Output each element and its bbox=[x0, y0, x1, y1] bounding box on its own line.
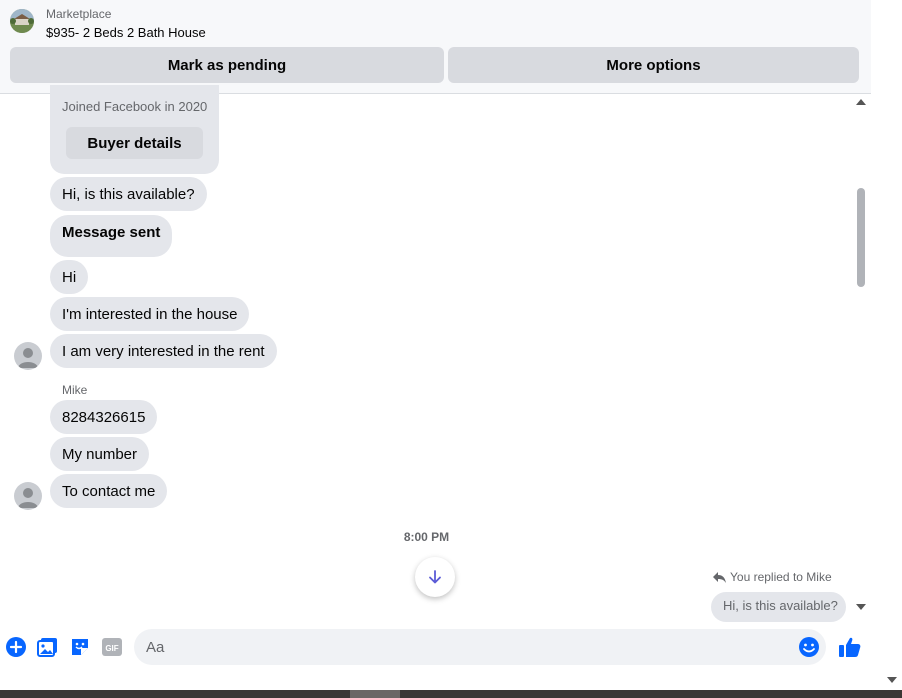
listing-title[interactable]: $935- 2 Beds 2 Bath House bbox=[46, 25, 206, 40]
arrow-down-icon bbox=[429, 570, 441, 584]
more-options-button[interactable]: More options bbox=[448, 47, 859, 83]
chat-scrollbar-thumb[interactable] bbox=[857, 188, 865, 287]
listing-thumbnail[interactable] bbox=[10, 9, 34, 33]
buyer-info-card: Joined Facebook in 2020 Buyer details bbox=[50, 85, 219, 174]
message-input[interactable] bbox=[146, 629, 786, 665]
emoji-icon[interactable] bbox=[798, 636, 820, 658]
user-avatar-icon[interactable] bbox=[14, 342, 42, 370]
sticker-icon[interactable] bbox=[69, 636, 91, 658]
message-bubble[interactable]: My number bbox=[50, 437, 150, 471]
joined-facebook-text: Joined Facebook in 2020 bbox=[62, 99, 208, 114]
window-gutter bbox=[871, 0, 902, 690]
message-bubble[interactable]: Message sent bbox=[50, 215, 173, 257]
scroll-down-arrow[interactable] bbox=[856, 604, 866, 610]
page-scroll-down-arrow[interactable] bbox=[887, 677, 897, 683]
user-avatar-icon[interactable] bbox=[14, 482, 42, 510]
message-bubble[interactable]: 8284326615 bbox=[50, 400, 158, 434]
mark-as-pending-button[interactable]: Mark as pending bbox=[10, 47, 444, 83]
reply-icon bbox=[713, 571, 726, 583]
svg-text:GIF: GIF bbox=[105, 644, 118, 653]
message-timestamp: 8:00 PM bbox=[403, 530, 450, 544]
quoted-reply-bubble[interactable]: Hi, is this available? bbox=[711, 592, 846, 622]
photo-icon[interactable] bbox=[37, 636, 59, 658]
thumbs-up-icon[interactable] bbox=[838, 635, 862, 659]
message-input-box[interactable] bbox=[134, 629, 826, 665]
plus-circle-icon[interactable] bbox=[5, 636, 27, 658]
taskbar-strip bbox=[0, 690, 902, 698]
gif-icon[interactable]: GIF bbox=[101, 636, 123, 658]
marketplace-label: Marketplace bbox=[46, 7, 112, 21]
message-bubble[interactable]: To contact me bbox=[50, 474, 168, 508]
taskbar-thumb[interactable] bbox=[350, 690, 400, 698]
message-bubble[interactable]: I am very interested in the rent bbox=[50, 334, 277, 368]
sender-name: Mike bbox=[62, 383, 88, 397]
message-bubble[interactable]: Hi, is this available? bbox=[50, 177, 207, 211]
scroll-up-arrow[interactable] bbox=[856, 99, 866, 105]
listing-header: Marketplace $935- 2 Beds 2 Bath House Ma… bbox=[0, 0, 871, 94]
message-bubble[interactable]: I'm interested in the house bbox=[50, 297, 250, 331]
scroll-to-bottom-button[interactable] bbox=[415, 557, 455, 597]
message-bubble[interactable]: Hi bbox=[50, 260, 89, 294]
chat-window: Marketplace $935- 2 Beds 2 Bath House Ma… bbox=[0, 0, 871, 676]
reply-label: You replied to Mike bbox=[730, 570, 832, 584]
reply-indicator: You replied to Mike bbox=[713, 570, 832, 584]
buyer-details-button[interactable]: Buyer details bbox=[66, 127, 203, 159]
